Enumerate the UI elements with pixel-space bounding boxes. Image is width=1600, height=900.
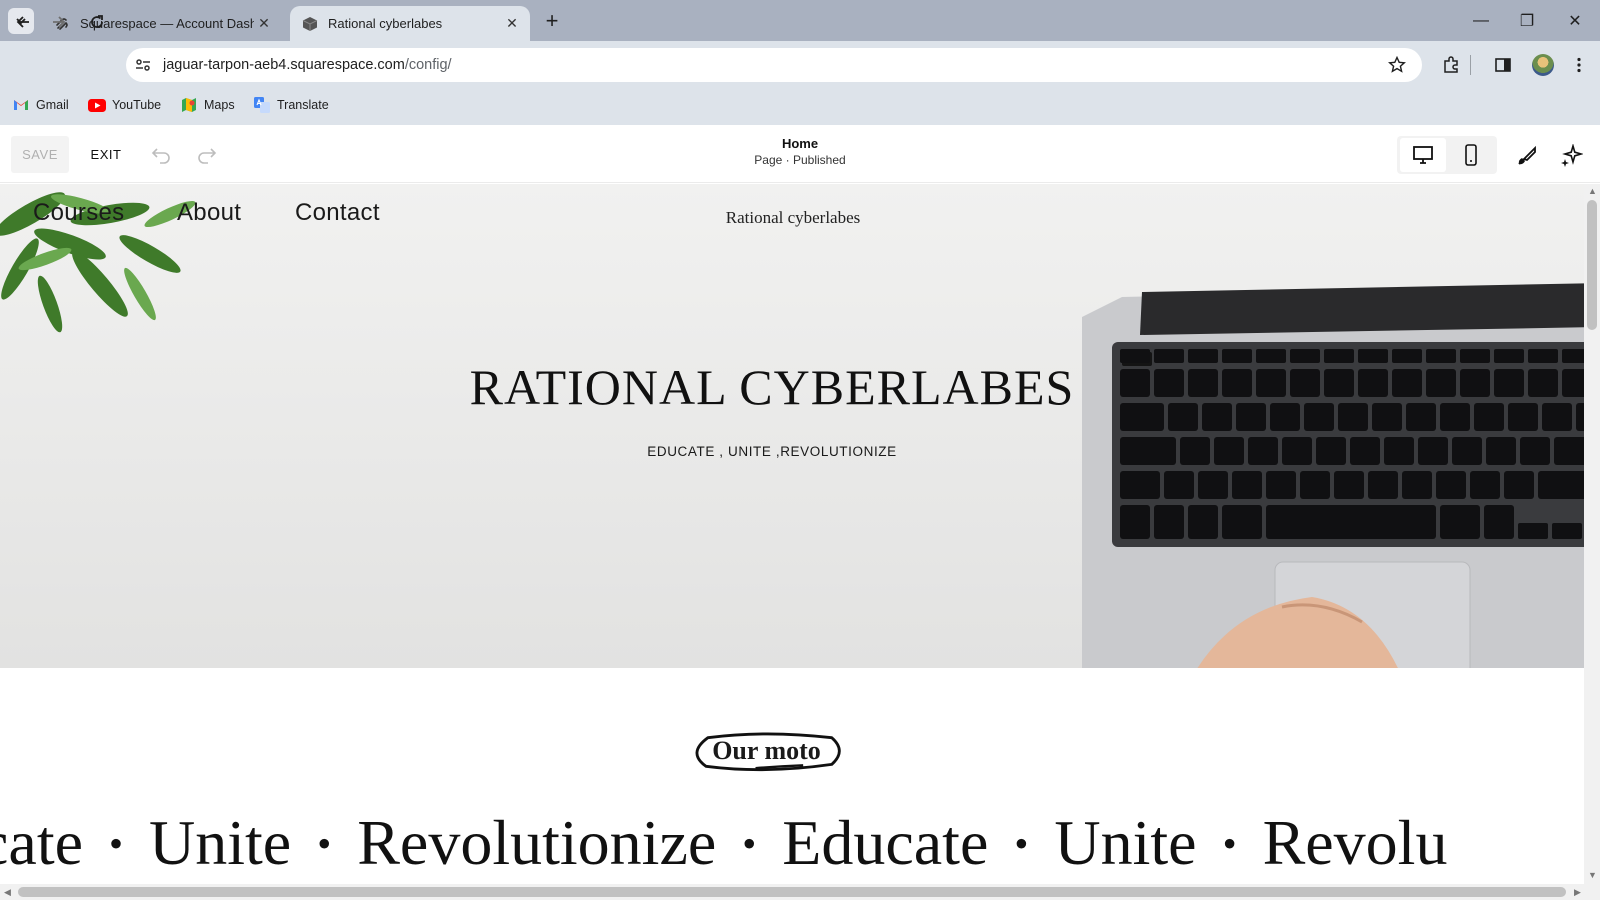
more-menu-icon[interactable] [1570, 56, 1588, 74]
url-domain: jaguar-tarpon-aeb4.squarespace.com [163, 57, 405, 73]
new-tab-button[interactable]: + [538, 8, 566, 34]
marquee-word: Revolu [1262, 807, 1448, 878]
youtube-icon [88, 97, 106, 113]
site-title[interactable]: Rational cyberlabes [693, 208, 893, 228]
site-nav-courses[interactable]: Courses [33, 199, 124, 227]
bookmark-youtube[interactable]: YouTube [88, 95, 161, 115]
arrow-left-icon [16, 16, 29, 28]
bookmark-gmail[interactable]: Gmail [12, 95, 69, 115]
undo-button[interactable] [146, 140, 176, 170]
hero-section: Courses About Contact Rational cyberlabe… [0, 184, 1584, 668]
bookmark-label: Gmail [36, 98, 69, 112]
scroll-right-arrow[interactable]: ▶ [1574, 887, 1581, 898]
marquee-banner: cate • Unite • Revolutionize • Educate • Unite • R… [0, 806, 1584, 896]
hero-heading: RATIONAL CYBERLABES [469, 359, 1075, 415]
sparkle-icon [1561, 144, 1583, 167]
gmail-icon [12, 97, 30, 113]
tab-close-button[interactable]: ✕ [254, 14, 274, 34]
reload-icon [91, 15, 103, 28]
marquee-separator: • [109, 820, 124, 866]
extensions-icon[interactable] [1442, 56, 1460, 74]
bookmark-maps[interactable]: Maps [180, 95, 235, 115]
moto-heading: Our moto [712, 736, 821, 765]
undo-icon [151, 148, 170, 164]
tab-rational-cyberlabes[interactable]: Rational cyberlabes ✕ [290, 6, 530, 41]
hero-subheading: EDUCATE , UNITE ,REVOLUTIONIZE [647, 444, 897, 459]
url-path: /config/ [404, 57, 452, 73]
back-button[interactable] [9, 8, 37, 36]
marquee-word: Unite [149, 807, 292, 878]
forward-button[interactable] [45, 8, 73, 36]
scroll-up-arrow[interactable]: ▲ [1588, 186, 1597, 196]
marquee-word: Educate [782, 807, 989, 878]
tab-squarespace-dashboard[interactable]: Squarespace — Account Dashb ✕ [42, 6, 282, 41]
marquee-separator: • [317, 820, 332, 866]
site-nav-about[interactable]: About [177, 199, 241, 227]
reload-button[interactable] [83, 8, 111, 36]
star-icon[interactable] [1388, 56, 1406, 74]
site-preview: Courses About Contact Rational cyberlabe… [0, 184, 1584, 900]
side-panel-icon[interactable] [1494, 56, 1512, 74]
scroll-down-arrow[interactable]: ▼ [1588, 870, 1597, 880]
laptop-image [1082, 283, 1584, 668]
site-styles-button[interactable] [1511, 140, 1543, 172]
desktop-icon [1413, 146, 1433, 164]
save-button[interactable]: SAVE [11, 136, 69, 173]
vertical-scroll-thumb[interactable] [1587, 200, 1597, 330]
minimize-button[interactable]: — [1458, 0, 1504, 41]
avatar[interactable] [1532, 54, 1554, 76]
arrow-right-icon [53, 16, 66, 28]
site-nav-contact[interactable]: Contact [295, 199, 380, 227]
site-info-icon[interactable] [134, 56, 152, 74]
marquee-separator: • [742, 820, 757, 866]
redo-button[interactable] [192, 140, 222, 170]
tab-close-button[interactable]: ✕ [502, 14, 522, 34]
cube-icon [302, 16, 318, 31]
mobile-icon [1465, 144, 1477, 166]
exit-button[interactable]: EXIT [84, 136, 128, 173]
marquee-word: Unite [1054, 807, 1197, 878]
bookmark-translate[interactable]: Translate [253, 95, 329, 115]
page-status: Page · Published [754, 153, 846, 167]
marquee-separator: • [1222, 820, 1237, 866]
close-window-button[interactable]: ✕ [1552, 0, 1598, 41]
page-name[interactable]: Home [700, 136, 900, 151]
paintbrush-icon [1518, 145, 1536, 165]
marquee-separator: • [1014, 820, 1029, 866]
bookmark-label: YouTube [112, 98, 162, 112]
tab-title: Rational cyberlabes [328, 16, 443, 31]
marquee-track: cate • Unite • Revolutionize • Educate • Unite • R… [0, 806, 1447, 880]
ai-assistant-button[interactable] [1555, 140, 1587, 172]
scroll-left-arrow[interactable]: ◀ [4, 887, 11, 898]
url-text[interactable]: jaguar-tarpon-aeb4.squarespace.com/confi… [163, 57, 452, 73]
redo-icon [198, 148, 217, 164]
toolbar-divider [1470, 55, 1471, 75]
marquee-word: Revolutionize [357, 807, 717, 878]
translate-icon [253, 97, 271, 113]
restore-button[interactable]: ❐ [1504, 0, 1550, 41]
maps-icon [180, 97, 198, 113]
marquee-word: cate [0, 807, 83, 878]
mobile-view-button[interactable] [1448, 138, 1494, 172]
bookmark-label: Maps [204, 98, 235, 112]
bookmarks-bar [0, 85, 1600, 125]
bookmark-label: Translate [277, 98, 329, 112]
horizontal-scroll-thumb[interactable] [18, 887, 1566, 897]
desktop-view-button[interactable] [1400, 138, 1446, 172]
